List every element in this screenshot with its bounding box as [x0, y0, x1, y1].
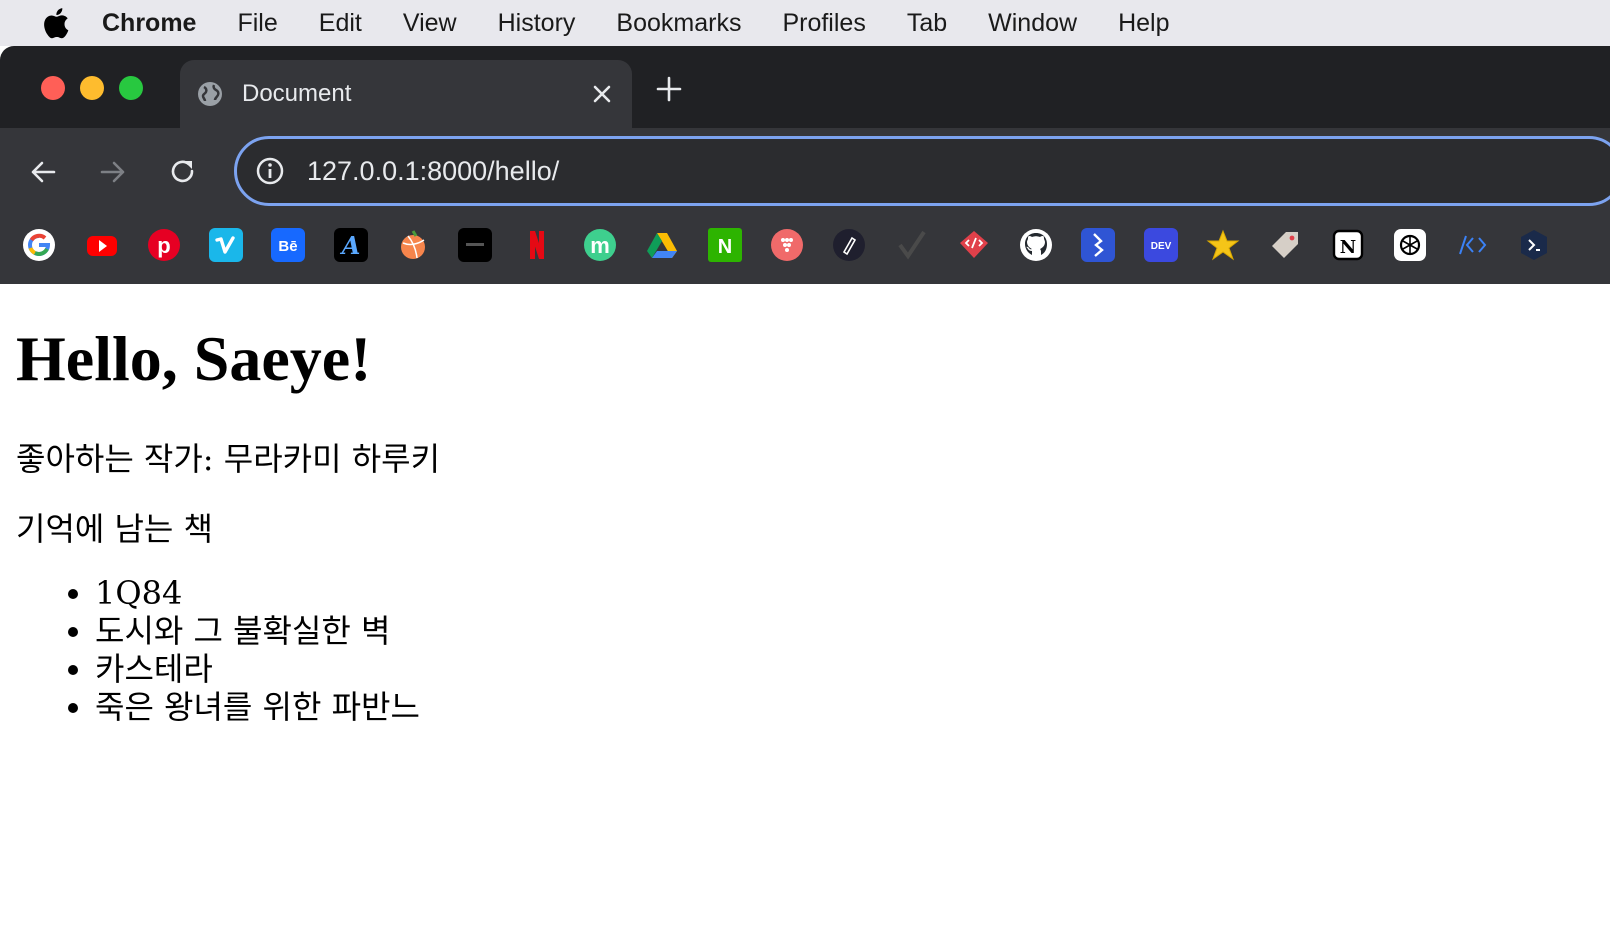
- google-drive-bookmark[interactable]: [645, 228, 679, 262]
- dots-bookmark[interactable]: [770, 228, 804, 262]
- forward-arrow-icon[interactable]: [91, 150, 135, 194]
- svg-text:N: N: [718, 236, 732, 258]
- openai-bookmark[interactable]: [1393, 228, 1427, 262]
- svg-text:A: A: [340, 231, 361, 260]
- bitbucket-bookmark[interactable]: [1081, 228, 1115, 262]
- browser-toolbar: 127.0.0.1:8000/hello/: [0, 128, 1610, 216]
- menu-bookmarks[interactable]: Bookmarks: [616, 9, 741, 38]
- tag-bookmark[interactable]: [1268, 228, 1302, 262]
- list-item: 1Q84: [95, 574, 420, 612]
- netflix-bookmark[interactable]: [520, 228, 554, 262]
- google-bookmark[interactable]: [22, 228, 56, 262]
- dark-site-bookmark[interactable]: [458, 228, 492, 262]
- page-heading: Hello, Saeye!: [16, 323, 372, 394]
- maximize-window-button[interactable]: [119, 76, 143, 100]
- svg-text:N: N: [1340, 237, 1356, 258]
- check-bookmark[interactable]: [894, 228, 928, 262]
- menu-tab[interactable]: Tab: [907, 9, 947, 38]
- browser-window: Document 127.0.0.1:8000/hello/ p Bē A m …: [0, 46, 1610, 284]
- dev-bookmark[interactable]: DEV: [1144, 228, 1178, 262]
- m-bookmark[interactable]: m: [583, 228, 617, 262]
- site-info-icon[interactable]: [255, 156, 285, 186]
- list-item: 카스테라: [95, 650, 420, 688]
- font-bookmark[interactable]: A: [334, 228, 368, 262]
- pinterest-bookmark[interactable]: p: [147, 228, 181, 262]
- tab-strip: Document: [0, 46, 1610, 128]
- svg-text:m: m: [590, 233, 610, 258]
- menu-window[interactable]: Window: [988, 9, 1077, 38]
- svg-text:p: p: [157, 233, 170, 258]
- menu-view[interactable]: View: [403, 9, 457, 38]
- n-bookmark[interactable]: N: [708, 228, 742, 262]
- menu-file[interactable]: File: [237, 9, 277, 38]
- list-item: 도시와 그 불확실한 벽: [95, 612, 420, 650]
- vimeo-bookmark[interactable]: [209, 228, 243, 262]
- pen-bookmark[interactable]: [832, 228, 866, 262]
- star-bookmark[interactable]: [1206, 228, 1240, 262]
- code-chat-bookmark[interactable]: [957, 228, 991, 262]
- github-bookmark[interactable]: [1019, 228, 1053, 262]
- globe-icon: [196, 80, 224, 108]
- notion-bookmark[interactable]: N: [1331, 228, 1365, 262]
- apple-logo-icon[interactable]: [38, 6, 72, 40]
- menu-profiles[interactable]: Profiles: [782, 9, 865, 38]
- web-page-content: Hello, Saeye! 좋아하는 작가: 무라카미 하루키 기억에 남는 책…: [0, 284, 1610, 942]
- list-item: 죽은 왕녀를 위한 파반느: [95, 688, 420, 726]
- tab-document[interactable]: Document: [180, 60, 632, 128]
- behance-bookmark[interactable]: Bē: [271, 228, 305, 262]
- bookmarks-bar: p Bē A m N DEV N: [0, 216, 1610, 284]
- code-bookmark[interactable]: [1455, 228, 1489, 262]
- terminal-bookmark[interactable]: [1517, 228, 1551, 262]
- menu-bar: Chrome File Edit View History Bookmarks …: [0, 0, 1610, 46]
- books-heading-text: 기억에 남는 책: [16, 510, 213, 548]
- book-list: 1Q84 도시와 그 불확실한 벽 카스테라 죽은 왕녀를 위한 파반느: [0, 574, 420, 726]
- url-text[interactable]: 127.0.0.1:8000/hello/: [307, 156, 559, 187]
- youtube-bookmark[interactable]: [85, 228, 119, 262]
- address-bar[interactable]: 127.0.0.1:8000/hello/: [234, 136, 1610, 206]
- close-window-button[interactable]: [41, 76, 65, 100]
- menu-edit[interactable]: Edit: [319, 9, 362, 38]
- menu-history[interactable]: History: [498, 9, 576, 38]
- back-arrow-icon[interactable]: [21, 150, 65, 194]
- favorite-author-text: 좋아하는 작가: 무라카미 하루키: [16, 440, 441, 478]
- svg-text:DEV: DEV: [1151, 241, 1172, 252]
- new-tab-plus-icon[interactable]: [652, 72, 686, 106]
- minimize-window-button[interactable]: [80, 76, 104, 100]
- menu-chrome[interactable]: Chrome: [102, 9, 196, 38]
- close-tab-icon[interactable]: [586, 78, 618, 110]
- tab-title: Document: [242, 80, 352, 107]
- dribbble-bookmark[interactable]: [396, 228, 430, 262]
- reload-icon[interactable]: [161, 150, 205, 194]
- menu-help[interactable]: Help: [1118, 9, 1169, 38]
- svg-text:Bē: Bē: [278, 238, 297, 255]
